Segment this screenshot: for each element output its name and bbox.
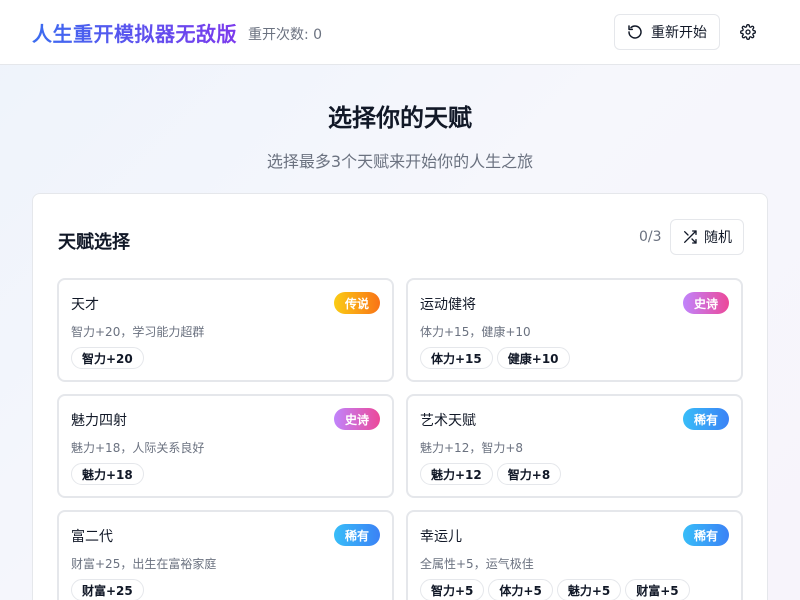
talent-description: 体力+15，健康+10 <box>420 325 531 339</box>
restart-button-label: 重新开始 <box>651 25 707 41</box>
app-header: 人生重开模拟器无敌版 重开次数: 0 重新开始 <box>0 0 800 65</box>
random-button-label: 随机 <box>704 230 732 246</box>
page-subtitle: 选择最多3个天赋来开始你的人生之旅 <box>266 152 534 171</box>
rarity-badge: 稀有 <box>682 524 729 546</box>
talent-name: 天才 <box>71 297 99 313</box>
shuffle-icon <box>682 229 698 245</box>
talent-description: 全属性+5，运气极佳 <box>420 557 534 571</box>
rarity-badge: 史诗 <box>333 408 380 430</box>
rarity-badge: 史诗 <box>682 292 729 314</box>
talent-card[interactable]: 魅力四射 史诗 魅力+18，人际关系良好 魅力+18 <box>57 394 394 498</box>
talent-description: 财富+25，出生在富裕家庭 <box>71 557 217 571</box>
restart-button[interactable]: 重新开始 <box>614 14 720 50</box>
random-button[interactable]: 随机 <box>670 219 744 255</box>
attribute-tag: 财富+5 <box>625 579 690 600</box>
talent-name: 艺术天赋 <box>420 413 476 429</box>
talent-name: 魅力四射 <box>71 413 127 429</box>
attribute-tag: 体力+15 <box>420 347 493 369</box>
selection-count: 0/3 <box>639 229 662 245</box>
attribute-tag: 智力+5 <box>420 579 485 600</box>
attribute-tag: 体力+5 <box>488 579 553 600</box>
rarity-badge: 稀有 <box>682 408 729 430</box>
talent-name: 富二代 <box>71 529 113 545</box>
page-title: 选择你的天赋 <box>328 104 472 132</box>
talent-card[interactable]: 艺术天赋 稀有 魅力+12，智力+8 魅力+12 智力+8 <box>406 394 743 498</box>
talent-name: 幸运儿 <box>420 529 462 545</box>
talent-panel: 天赋选择 0/3 随机 天才 传说 智力+20，学习能力超群 智力+20 运动健… <box>32 193 768 600</box>
settings-button[interactable] <box>732 16 764 48</box>
talent-description: 智力+20，学习能力超群 <box>71 325 205 339</box>
restart-count: 重开次数: 0 <box>248 27 323 43</box>
talent-card[interactable]: 富二代 稀有 财富+25，出生在富裕家庭 财富+25 <box>57 510 394 600</box>
panel-title: 天赋选择 <box>58 232 130 253</box>
attribute-tag: 财富+25 <box>71 579 144 600</box>
attribute-tag: 魅力+5 <box>556 579 622 600</box>
talent-name: 运动健将 <box>420 297 476 313</box>
talent-card[interactable]: 幸运儿 稀有 全属性+5，运气极佳 智力+5 体力+5 魅力+5 财富+5 <box>406 510 743 600</box>
talent-card[interactable]: 天才 传说 智力+20，学习能力超群 智力+20 <box>57 278 394 382</box>
attribute-tag: 智力+20 <box>71 347 144 369</box>
attribute-tag: 魅力+18 <box>71 463 144 485</box>
talent-card[interactable]: 运动健将 史诗 体力+15，健康+10 体力+15 健康+10 <box>406 278 743 382</box>
rotate-ccw-icon <box>627 24 643 40</box>
talent-description: 魅力+18，人际关系良好 <box>71 441 205 455</box>
gear-icon <box>740 24 756 40</box>
attribute-tag: 魅力+12 <box>420 463 493 485</box>
talent-description: 魅力+12，智力+8 <box>420 441 524 455</box>
attribute-tag: 健康+10 <box>496 347 570 369</box>
rarity-badge: 稀有 <box>333 524 380 546</box>
attribute-tag: 智力+8 <box>496 463 562 485</box>
app-title: 人生重开模拟器无敌版 <box>32 18 237 47</box>
rarity-badge: 传说 <box>333 292 380 314</box>
